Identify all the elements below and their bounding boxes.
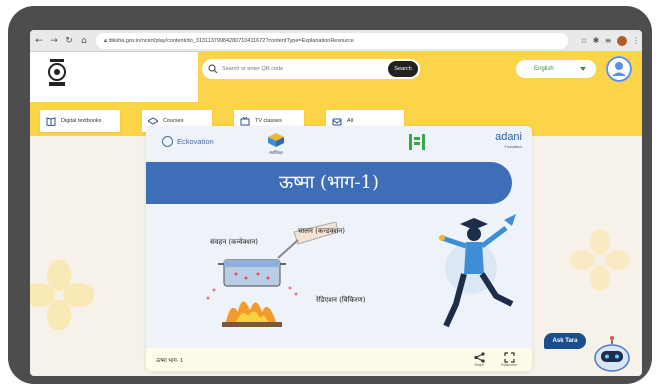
screen: ← → ↻ ⌂ 🔒︎ diksha.gov.in/ncert/play/cont… <box>30 30 642 376</box>
chevron-down-icon <box>580 67 586 71</box>
search-icon <box>208 64 218 74</box>
device-frame: ← → ↻ ⌂ 🔒︎ diksha.gov.in/ncert/play/cont… <box>8 6 652 384</box>
fullscreen-button[interactable]: Fullscreen <box>494 352 524 367</box>
browser-toolbar: ← → ↻ ⌂ 🔒︎ diksha.gov.in/ncert/play/cont… <box>30 30 642 52</box>
flower-decoration-icon <box>30 260 94 330</box>
green-logo-icon <box>409 134 425 150</box>
search-bar: Search <box>202 59 420 79</box>
flower-decoration-icon <box>570 230 630 290</box>
eckovation-logo: Eckovation <box>162 136 214 147</box>
book-icon <box>46 116 56 126</box>
label-conduction: चालन (कन्डक्शन) <box>298 227 345 235</box>
content-slide[interactable]: Eckovation सर्वाशिक्षा adani Foundation … <box>146 126 532 348</box>
content-title-banner: ऊष्मा (भाग-1) <box>146 162 512 204</box>
language-select[interactable]: English <box>516 60 596 78</box>
robot-assistant-icon[interactable] <box>592 336 632 374</box>
kebab-menu-icon[interactable]: ⋮ <box>630 36 642 46</box>
reload-icon[interactable]: ↻ <box>63 35 75 47</box>
graduate-illustration <box>439 214 516 328</box>
content-player: Eckovation सर्वाशिक्षा adani Foundation … <box>146 126 532 371</box>
back-arrow-icon[interactable]: ← <box>33 35 45 47</box>
profile-icon[interactable] <box>606 56 632 82</box>
share-button[interactable]: Share <box>464 352 494 367</box>
courses-icon <box>148 116 158 125</box>
player-footer: ऊष्मा भाग- 1 Share Fullscreen <box>146 348 532 371</box>
tv-icon <box>240 116 250 125</box>
category-label: All <box>347 118 354 124</box>
fullscreen-icon <box>503 352 515 363</box>
share-label: Share <box>474 363 484 367</box>
forward-arrow-icon[interactable]: → <box>48 35 60 47</box>
share-icon <box>473 352 485 363</box>
url-text: diksha.gov.in/ncert/play/content/do_3131… <box>108 37 354 44</box>
eckovation-ring-icon <box>162 136 173 147</box>
partner-logos: Eckovation सर्वाशिक्षा adani Foundation <box>146 126 532 162</box>
language-value: English <box>534 66 554 72</box>
label-convection: संवहन (कन्वेक्शन) <box>210 238 258 246</box>
footer-content-title: ऊष्मा भाग- 1 <box>156 357 184 364</box>
site-header: Search English Digital textbooks <box>30 52 642 136</box>
category-label: Courses <box>163 118 184 124</box>
extension-icon[interactable]: ✱ <box>590 36 602 46</box>
adani-logo: adani Foundation <box>495 131 522 150</box>
home-icon[interactable]: ⌂ <box>78 35 90 47</box>
category-label: TV classes <box>255 118 282 124</box>
cube-logo-icon <box>268 133 284 147</box>
menu-list-icon[interactable]: ≡ <box>602 36 614 46</box>
search-button[interactable]: Search <box>388 61 418 77</box>
category-label: Digital textbooks <box>61 118 102 124</box>
category-digital-textbooks[interactable]: Digital textbooks <box>40 110 120 132</box>
fullscreen-label: Fullscreen <box>500 363 518 367</box>
address-bar[interactable]: 🔒︎ diksha.gov.in/ncert/play/content/do_3… <box>96 32 568 49</box>
center-logo-caption: सर्वाशिक्षा <box>269 150 283 155</box>
ask-tara-button[interactable]: Ask Tara <box>544 333 586 349</box>
all-icon <box>332 118 342 125</box>
search-input[interactable] <box>222 66 372 72</box>
star-icon[interactable]: ☆ <box>578 36 590 46</box>
emblem-logo-icon[interactable] <box>46 58 68 88</box>
label-radiation: रेडिएशन (विकिरण) <box>316 296 366 304</box>
browser-avatar[interactable] <box>617 35 627 46</box>
